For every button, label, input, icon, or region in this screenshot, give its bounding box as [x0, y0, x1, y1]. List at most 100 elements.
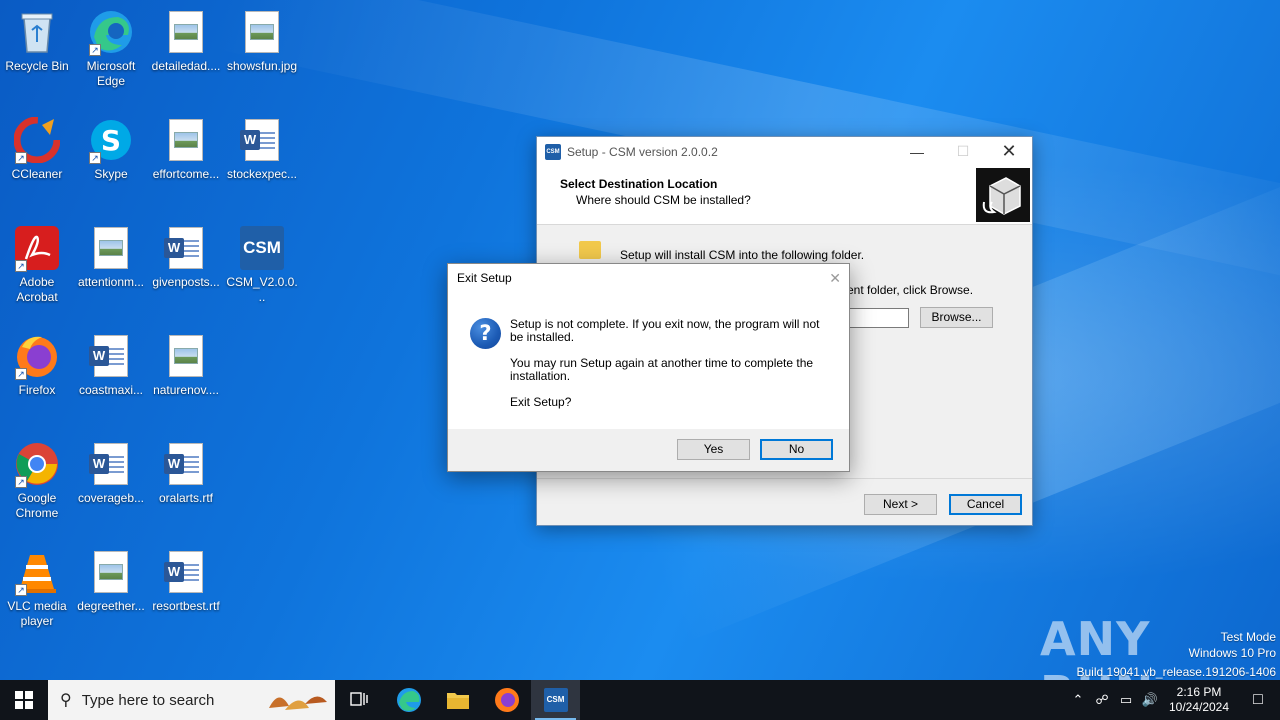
desktop-icon-microsoft-edge[interactable]: ↗ Microsoft Edge [74, 8, 148, 89]
windows-edition-label: Windows 10 Pro [1188, 646, 1276, 660]
desktop-icon-file[interactable]: W givenposts... [149, 224, 223, 290]
shortcut-arrow-icon: ↗ [15, 476, 27, 488]
desktop-icon-google-chrome[interactable]: ↗ Google Chrome [0, 440, 74, 521]
taskbar-search-box[interactable]: ⚲ Type here to search [48, 680, 335, 720]
desktop-icon-file[interactable]: W coastmaxi... [74, 332, 148, 398]
window-title: Setup - CSM version 2.0.0.2 [567, 144, 718, 159]
no-button[interactable]: No [760, 439, 833, 460]
task-view-icon [349, 692, 368, 706]
edge-icon [396, 688, 421, 712]
desktop-icon-label: oralarts.rtf [158, 491, 213, 505]
cancel-button[interactable]: Cancel [949, 494, 1022, 515]
desktop-icon-label: degreether... [77, 599, 145, 613]
desktop-icon-label: detailedad.... [151, 59, 221, 73]
desktop-icon-file[interactable]: W coverageb... [74, 440, 148, 506]
desktop-icon-adobe-acrobat[interactable]: ↗ Adobe Acrobat [0, 224, 74, 305]
system-tray: ⌃ ☍ ▭ 🔊 2:16 PM 10/24/2024 □ [1066, 680, 1280, 720]
csm-app-icon: CSM [545, 143, 561, 160]
desktop-icon-file[interactable]: degreether... [74, 548, 148, 614]
next-button[interactable]: Next > [864, 494, 937, 515]
desktop-icon-label: stockexpec... [226, 167, 298, 181]
desktop-icon-file[interactable]: attentionm... [74, 224, 148, 290]
setup-titlebar[interactable]: CSM Setup - CSM version 2.0.0.2 — ☐ ✕ [537, 137, 1032, 166]
desktop-icon-file[interactable]: W resortbest.rtf [149, 548, 223, 614]
desktop-icon-vlc[interactable]: ↗ VLC media player [0, 548, 74, 629]
network-icon[interactable]: ▭ [1114, 692, 1138, 708]
ccleaner-icon: ↗ [13, 116, 61, 164]
chrome-icon: ↗ [13, 440, 61, 488]
desktop-icon-label: Adobe Acrobat [16, 275, 58, 304]
search-highlight-autumn-leaves-icon [265, 686, 329, 717]
folder-icon [446, 693, 469, 709]
shortcut-arrow-icon: ↗ [15, 152, 27, 164]
desktop-icon-recycle-bin[interactable]: Recycle Bin [0, 8, 74, 74]
search-icon: ⚲ [60, 692, 72, 709]
csm-app-icon: CSM [543, 688, 568, 712]
desktop-icon-label: Skype [94, 167, 128, 181]
desktop-icon-csm-installer[interactable]: CSM CSM_V2.0.0... [225, 224, 299, 305]
taskbar-edge-button[interactable] [384, 680, 433, 720]
image-file-icon [87, 224, 135, 272]
desktop-icon-ccleaner[interactable]: ↗ CCleaner [0, 116, 74, 182]
desktop-icon-skype[interactable]: S ↗ Skype [74, 116, 148, 182]
desktop-icon-file[interactable]: detailedad.... [149, 8, 223, 74]
maximize-button: ☐ [956, 143, 970, 159]
question-icon: ? [470, 318, 501, 349]
close-button[interactable]: ✕ [986, 137, 1032, 166]
search-placeholder: Type here to search [81, 691, 215, 709]
desktop-icon-file[interactable]: effortcome... [149, 116, 223, 182]
taskbar-clock[interactable]: 2:16 PM 10/24/2024 [1162, 685, 1236, 715]
dialog-titlebar[interactable]: Exit Setup ✕ [448, 264, 849, 292]
close-icon[interactable]: ✕ [829, 264, 841, 292]
installer-logo-icon [976, 168, 1030, 222]
start-button[interactable] [0, 680, 48, 720]
dialog-question: Exit Setup? [510, 395, 572, 409]
desktop-icon-file[interactable]: W oralarts.rtf [149, 440, 223, 506]
desktop-icon-label: VLC media player [7, 599, 67, 628]
desktop-icon-label: Microsoft Edge [86, 59, 136, 88]
task-view-button[interactable] [335, 680, 384, 720]
firefox-icon [494, 688, 519, 712]
taskbar-csm-button[interactable]: CSM [531, 680, 580, 720]
desktop-icon-label: Firefox [18, 383, 56, 397]
taskbar-firefox-button[interactable] [482, 680, 531, 720]
hardware-icon[interactable]: ☍ [1090, 692, 1114, 708]
desktop-icon-label: coverageb... [77, 491, 145, 505]
desktop-icon-label: naturenov.... [153, 383, 219, 397]
image-file-icon [162, 116, 210, 164]
desktop-icon-label: CCleaner [11, 167, 63, 181]
svg-text:S: S [101, 124, 121, 157]
clock-date: 10/24/2024 [1168, 700, 1230, 714]
word-document-icon: W [162, 224, 210, 272]
desktop-icon-file[interactable]: W stockexpec... [225, 116, 299, 182]
image-file-icon [87, 548, 135, 596]
dialog-title: Exit Setup [457, 271, 512, 285]
taskbar-file-explorer-button[interactable] [433, 680, 482, 720]
folder-icon [579, 241, 601, 259]
desktop-icon-file[interactable]: naturenov.... [149, 332, 223, 398]
adobe-acrobat-icon: ↗ [13, 224, 61, 272]
exit-setup-dialog: Exit Setup ✕ ? Setup is not complete. If… [447, 263, 850, 472]
browse-button[interactable]: Browse... [920, 307, 993, 328]
page-subtitle: Where should CSM be installed? [576, 193, 751, 207]
shortcut-arrow-icon: ↗ [15, 368, 27, 380]
dialog-footer: Yes No [448, 429, 849, 471]
desktop-icon-label: attentionm... [77, 275, 145, 289]
yes-button[interactable]: Yes [677, 439, 750, 460]
test-mode-label: Test Mode [1220, 630, 1276, 644]
install-info-text: Setup will install CSM into the followin… [620, 248, 865, 262]
shortcut-arrow-icon: ↗ [89, 152, 101, 164]
shortcut-arrow-icon: ↗ [15, 584, 27, 596]
desktop-icon-file[interactable]: showsfun.jpg [225, 8, 299, 74]
desktop-icon-label: Google Chrome [15, 491, 59, 520]
word-document-icon: W [162, 548, 210, 596]
desktop-icon-firefox[interactable]: ↗ Firefox [0, 332, 74, 398]
minimize-button[interactable]: — [894, 137, 940, 166]
notification-icon[interactable]: □ [1236, 691, 1280, 709]
chevron-up-icon[interactable]: ⌃ [1066, 692, 1090, 708]
dialog-message-1: Setup is not complete. If you exit now, … [510, 317, 820, 344]
page-title: Select Destination Location [560, 177, 718, 191]
volume-icon[interactable]: 🔊 [1138, 692, 1162, 708]
skype-icon: S ↗ [87, 116, 135, 164]
desktop-icon-label: givenposts... [152, 275, 220, 289]
